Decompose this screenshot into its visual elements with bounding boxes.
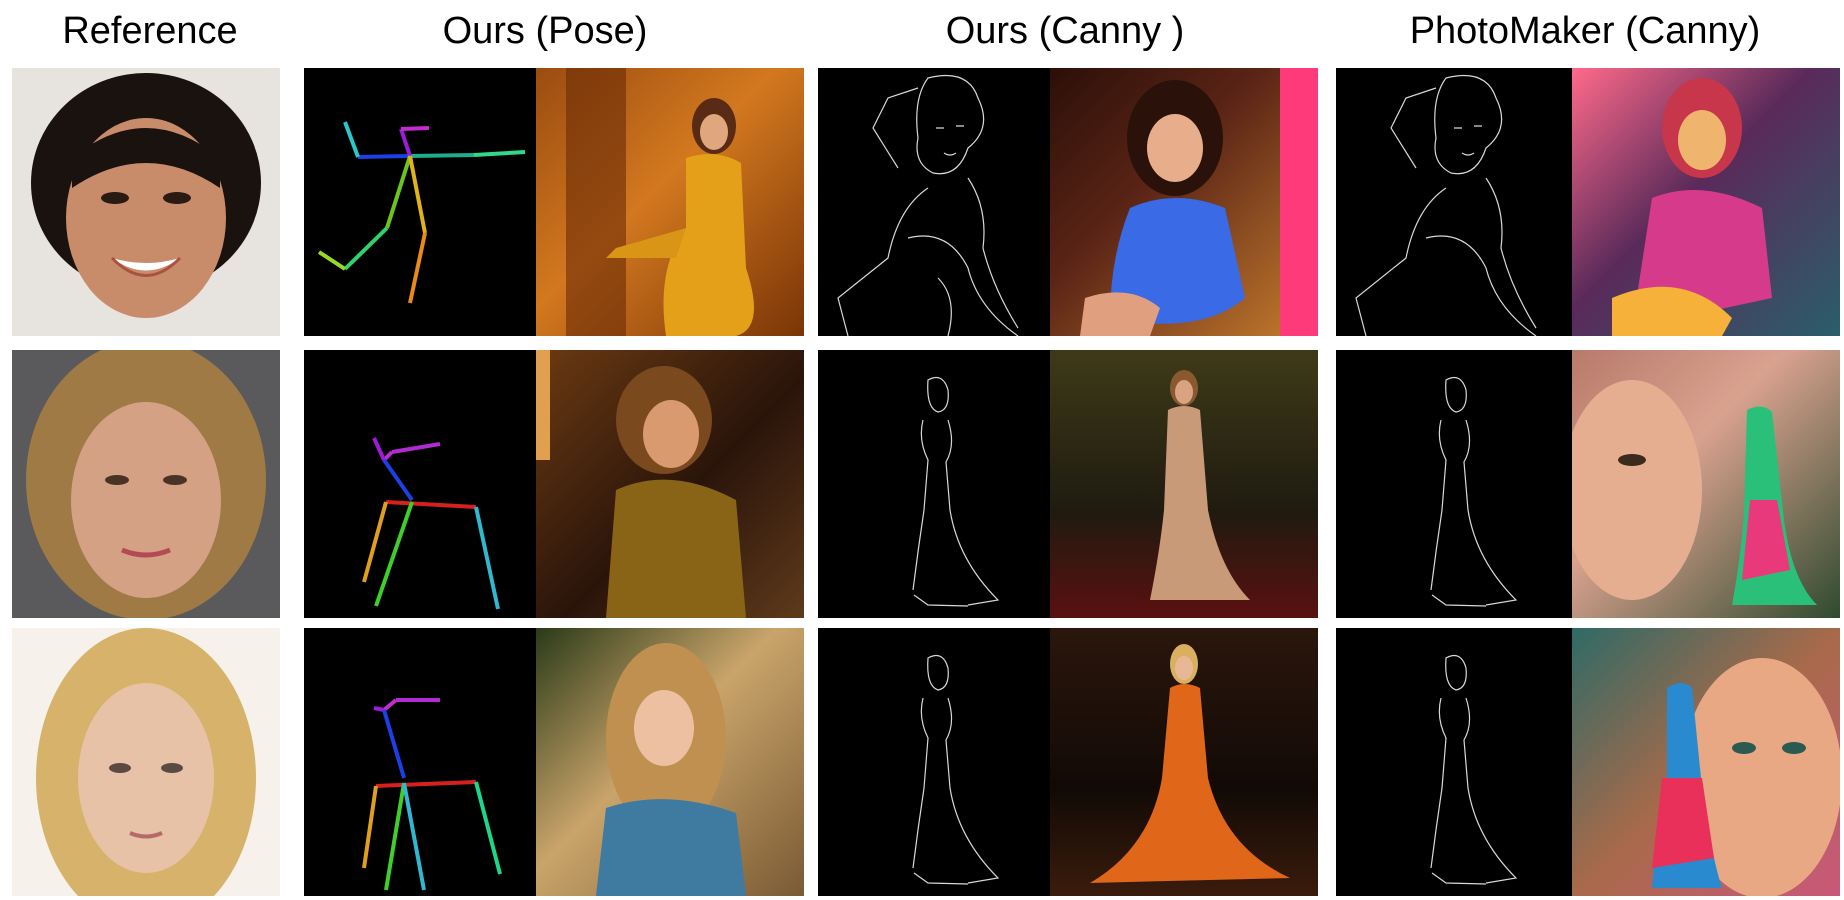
photomaker-canny-condition-row2 [1336, 350, 1572, 618]
reference-image-row2 [12, 350, 280, 618]
pose-condition-row1 [304, 68, 536, 336]
generated-image-canny-row2 [1050, 350, 1318, 618]
header-photomaker-canny: PhotoMaker (Canny) [1409, 10, 1761, 52]
canny-condition-row2 [818, 350, 1050, 618]
header-ours-pose: Ours (Pose) [442, 10, 648, 52]
generated-image-canny-row3 [1050, 628, 1318, 896]
reference-image-row1 [12, 68, 280, 336]
photomaker-canny-condition-row1 [1336, 68, 1572, 336]
generated-image-pose-row1 [536, 68, 804, 336]
reference-image-row3 [12, 628, 280, 896]
header-reference: Reference [62, 10, 238, 52]
photomaker-generated-row2 [1572, 350, 1840, 618]
canny-condition-row3 [818, 628, 1050, 896]
generated-image-canny-row1 [1050, 68, 1318, 336]
canny-condition-row1 [818, 68, 1050, 336]
generated-image-pose-row3 [536, 628, 804, 896]
pose-condition-row3 [304, 628, 536, 896]
photomaker-generated-row1 [1572, 68, 1840, 336]
header-ours-canny: Ours (Canny ) [945, 10, 1185, 52]
photomaker-canny-condition-row3 [1336, 628, 1572, 896]
pose-condition-row2 [304, 350, 536, 618]
photomaker-generated-row3 [1572, 628, 1840, 896]
generated-image-pose-row2 [536, 350, 804, 618]
